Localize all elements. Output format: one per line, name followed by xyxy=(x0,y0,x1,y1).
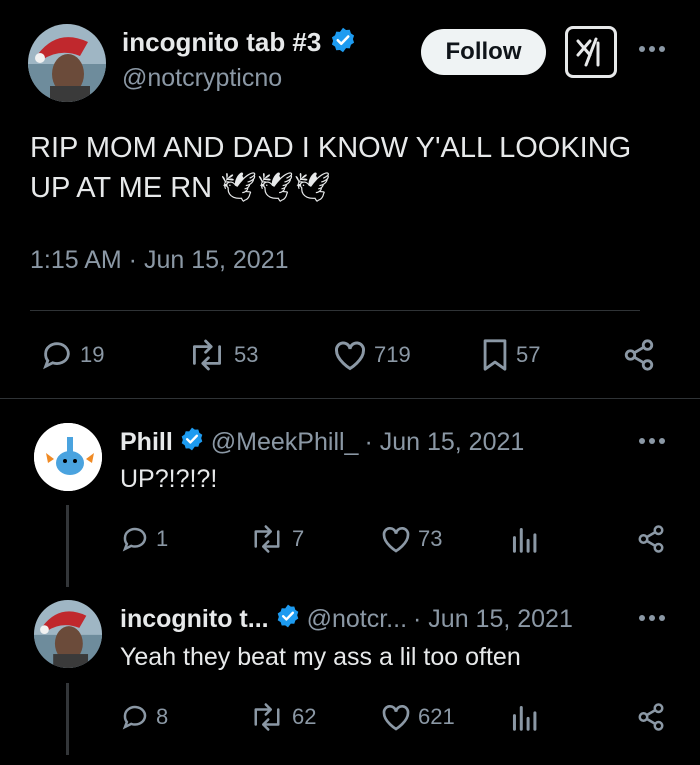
retweet-button[interactable]: 53 xyxy=(186,338,258,372)
reply-button[interactable]: 1 xyxy=(120,524,168,554)
bookmark-count: 57 xyxy=(516,342,541,367)
like-count: 719 xyxy=(374,342,411,367)
share-button[interactable] xyxy=(636,702,666,732)
reply-author-handle[interactable]: @notcr... xyxy=(307,605,407,634)
bookmark-icon xyxy=(480,338,510,372)
views-button[interactable] xyxy=(510,524,538,554)
heart-icon xyxy=(380,702,412,732)
verified-badge-icon xyxy=(275,603,301,636)
more-options-icon[interactable] xyxy=(639,34,665,69)
thread-line xyxy=(66,683,69,755)
reply-header: incognito t... @notcr... · Jun 15, 2021 xyxy=(120,603,573,636)
retweet-icon xyxy=(186,338,228,372)
share-button[interactable] xyxy=(636,524,666,554)
like-button[interactable]: 719 xyxy=(332,338,411,372)
retweet-icon xyxy=(248,702,286,732)
verified-badge-icon xyxy=(329,26,357,59)
reply-author-avatar[interactable] xyxy=(34,423,102,491)
like-button[interactable]: 73 xyxy=(380,524,442,554)
views-icon xyxy=(510,524,538,554)
retweet-button[interactable]: 7 xyxy=(248,524,304,554)
retweet-count: 53 xyxy=(234,342,259,367)
bookmark-button[interactable]: 57 xyxy=(480,338,540,372)
reply-text: Yeah they beat my ass a lil too often xyxy=(120,643,521,671)
reply-author-name[interactable]: incognito t... xyxy=(120,605,269,634)
heart-icon xyxy=(332,338,368,372)
reply-count: 8 xyxy=(156,704,169,729)
share-icon xyxy=(622,338,656,372)
divider xyxy=(0,398,700,399)
views-icon xyxy=(510,702,538,732)
reply-icon xyxy=(120,524,150,554)
retweet-count: 7 xyxy=(292,526,305,551)
share-icon xyxy=(636,524,666,554)
retweet-icon xyxy=(248,524,286,554)
retweet-button[interactable]: 62 xyxy=(248,702,316,732)
reply-date[interactable]: · Jun 15, 2021 xyxy=(413,605,573,634)
tweet-text: RIP MOM AND DAD I KNOW Y'ALL LOOKING UP … xyxy=(30,132,632,204)
reply-date[interactable]: · Jun 15, 2021 xyxy=(364,428,524,457)
retweet-count: 62 xyxy=(292,704,317,729)
author-avatar[interactable] xyxy=(28,24,106,102)
like-button[interactable]: 621 xyxy=(380,702,455,732)
like-count: 621 xyxy=(418,704,455,729)
reply-author-handle[interactable]: @MeekPhill_ xyxy=(211,428,359,457)
reply-button[interactable]: 19 xyxy=(40,338,104,372)
author-handle[interactable]: @notcrypticno xyxy=(122,64,282,93)
share-icon xyxy=(636,702,666,732)
heart-icon xyxy=(380,524,412,554)
reply-count: 1 xyxy=(156,526,169,551)
reply-author-avatar[interactable] xyxy=(34,600,102,668)
views-button[interactable] xyxy=(510,702,538,732)
reply-button[interactable]: 8 xyxy=(120,702,168,732)
reply-count: 19 xyxy=(80,342,105,367)
tweet-timestamp[interactable]: 1:15 AM · Jun 15, 2021 xyxy=(30,246,289,275)
verified-badge-icon xyxy=(179,426,205,459)
reply-icon xyxy=(40,338,74,372)
reply-icon xyxy=(120,702,150,732)
author-name[interactable]: incognito tab #3 xyxy=(122,27,321,58)
more-options-icon[interactable] xyxy=(639,603,665,638)
reply-header: Phill @MeekPhill_ · Jun 15, 2021 xyxy=(120,426,524,459)
reply-author-name[interactable]: Phill xyxy=(120,428,173,457)
share-button[interactable] xyxy=(622,338,656,372)
author-name-row: incognito tab #3 xyxy=(122,26,357,59)
thread-line xyxy=(66,505,69,587)
follow-button[interactable]: Follow xyxy=(421,29,546,75)
reply-text: UP?!?!?! xyxy=(120,465,218,493)
more-options-icon[interactable] xyxy=(639,426,665,461)
like-count: 73 xyxy=(418,526,443,551)
grok-icon[interactable] xyxy=(565,26,617,78)
divider xyxy=(30,310,640,311)
